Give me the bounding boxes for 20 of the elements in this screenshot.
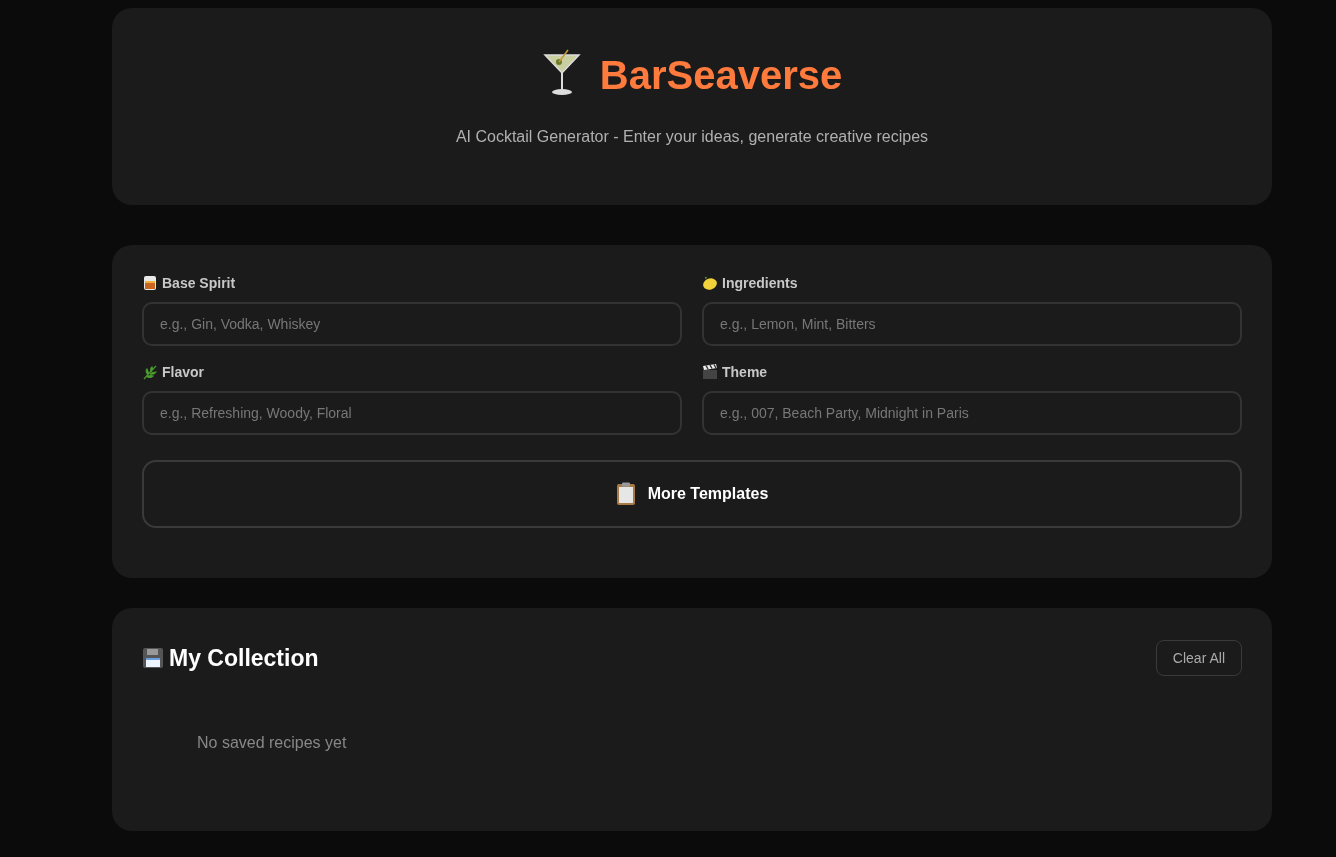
more-templates-button[interactable]: More Templates — [142, 460, 1242, 528]
clapperboard-icon — [702, 364, 718, 380]
whiskey-glass-icon — [142, 275, 158, 291]
lemon-icon — [702, 275, 718, 291]
field-label: Ingredients — [722, 275, 798, 291]
input-field[interactable]: e.g., Lemon, Mint, Bitters — [702, 302, 1242, 346]
app-title: BarSeaverse — [599, 53, 843, 98]
cocktail-glass-icon — [541, 48, 582, 97]
empty-message: No saved recipes yet — [197, 734, 348, 752]
field-label: Flavor — [162, 364, 204, 380]
collection-title: My Collection — [169, 644, 319, 672]
leaf-icon — [142, 364, 158, 380]
app-subtitle: AI Cocktail Generator - Enter your ideas, generate creative recipes — [454, 128, 930, 146]
input-field[interactable]: e.g., 007, Beach Party, Midnight in Paris — [702, 391, 1242, 435]
input-field[interactable]: e.g., Gin, Vodka, Whiskey — [142, 302, 682, 346]
field-label: Base Spirit — [162, 275, 236, 291]
field-label: Theme — [722, 364, 768, 380]
clipboard-icon — [615, 482, 636, 506]
clear-all-button[interactable]: Clear All — [1155, 640, 1242, 676]
input-field[interactable]: e.g., Refreshing, Woody, Floral — [142, 391, 682, 435]
